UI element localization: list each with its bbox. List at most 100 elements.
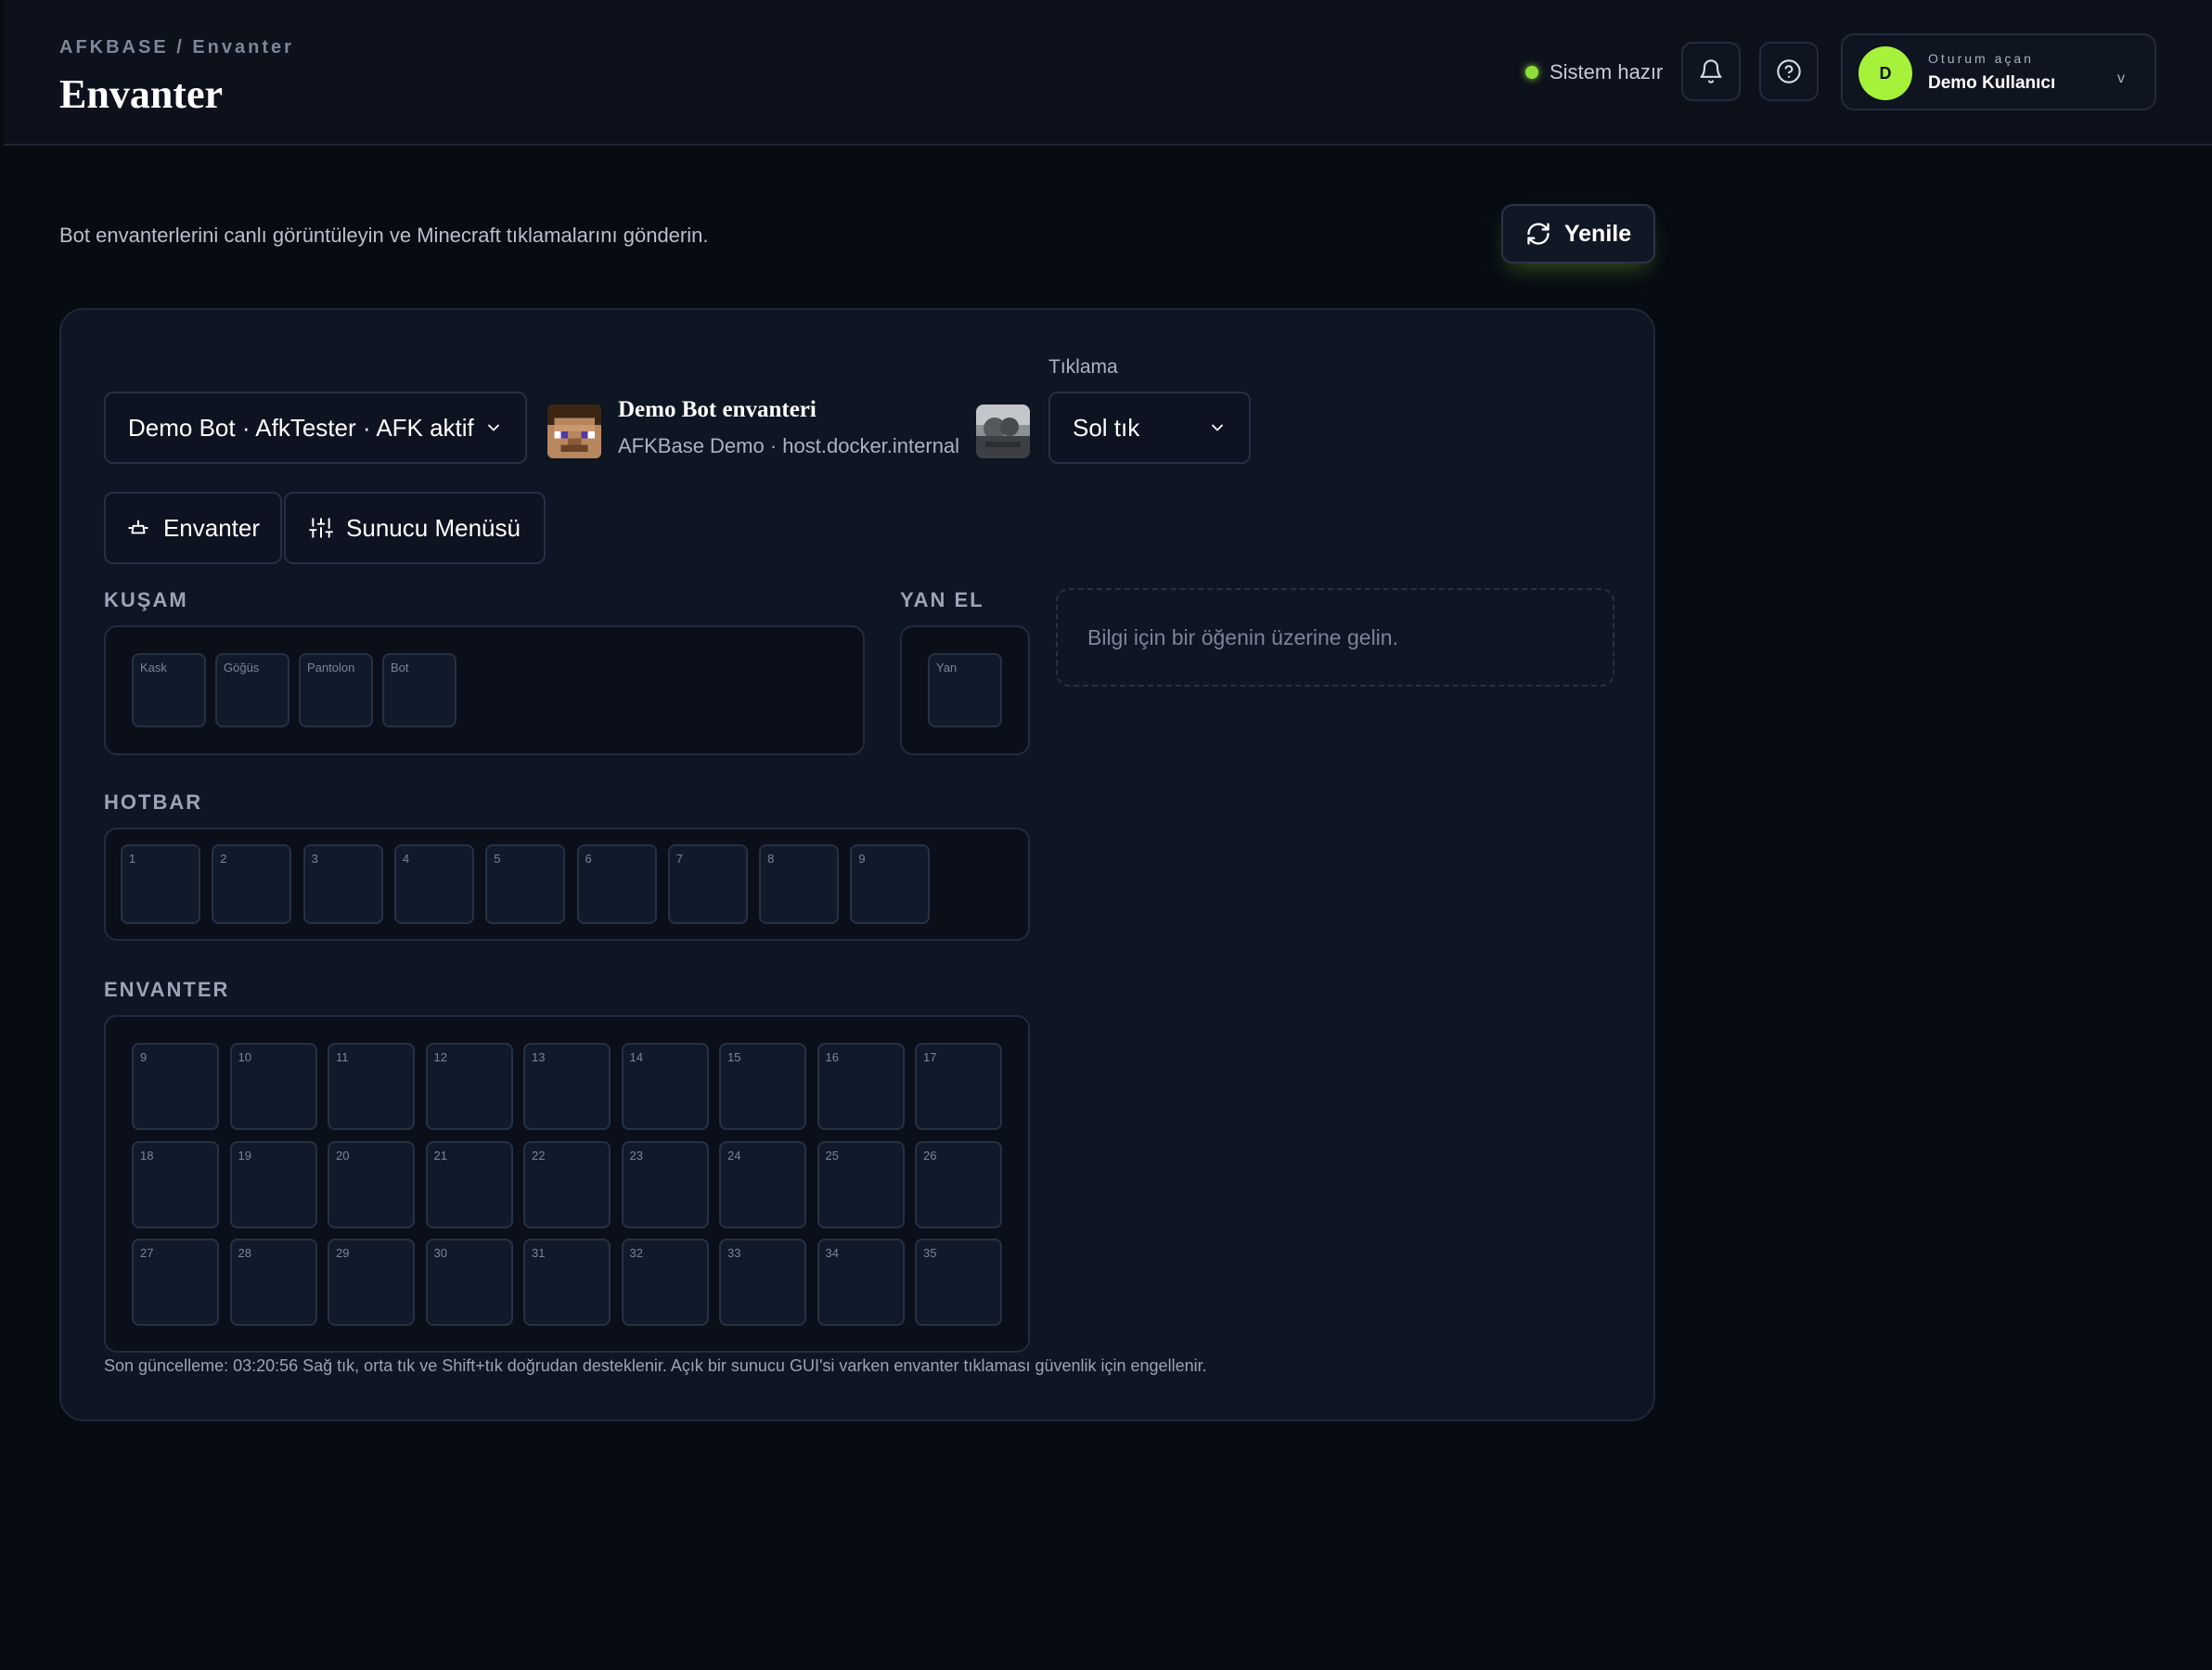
slot-label: 7 — [675, 852, 684, 866]
hotbar-panel: 1 2 3 4 5 6 7 8 9 — [104, 828, 1030, 941]
refresh-icon — [1527, 223, 1550, 245]
inventory-slot[interactable]: 19 — [229, 1140, 317, 1228]
inventory-slot[interactable]: 22 — [523, 1140, 611, 1228]
inventory-slot[interactable]: 28 — [229, 1239, 317, 1326]
inventory-slot[interactable]: 23 — [621, 1140, 709, 1228]
slot-label: Göğüs — [224, 661, 260, 674]
user-menu[interactable]: D Oturum açan Demo Kullanıcı v — [1841, 33, 2156, 110]
inventory-slot[interactable]: 30 — [425, 1239, 513, 1326]
slot-label: 28 — [238, 1246, 251, 1260]
hotbar-slot[interactable]: 5 — [485, 844, 566, 924]
inventory-slot[interactable]: 18 — [132, 1140, 219, 1228]
inventory-icon — [128, 520, 148, 534]
slot-label: 9 — [858, 852, 866, 866]
bot-select-value: Demo Bot · AfkTester · AFK aktif — [128, 413, 474, 442]
help-circle-icon — [1777, 59, 1801, 84]
inventory-slot[interactable]: 26 — [915, 1140, 1002, 1228]
inventory-slot[interactable]: 12 — [425, 1043, 513, 1130]
inventory-slot[interactable]: 20 — [328, 1140, 415, 1228]
help-button[interactable] — [1759, 42, 1819, 101]
slot-label: 30 — [433, 1246, 447, 1260]
slot-label: 20 — [336, 1148, 350, 1163]
slot-label: 24 — [727, 1148, 741, 1163]
inventory-slot[interactable]: 10 — [229, 1043, 317, 1130]
inventory-slot[interactable]: 31 — [523, 1239, 611, 1326]
offhand-slot[interactable]: Yan — [928, 653, 1002, 727]
hotbar-slot[interactable]: 2 — [212, 844, 292, 924]
hotbar-slot[interactable]: 4 — [393, 844, 474, 924]
inventory-slot[interactable]: 25 — [817, 1140, 905, 1228]
inventory-slot[interactable]: 27 — [132, 1239, 219, 1326]
click-type-select[interactable]: Sol tık — [1048, 392, 1251, 464]
slot-label: 29 — [336, 1246, 350, 1260]
hotbar-slot[interactable]: 7 — [667, 844, 748, 924]
slot-label: 31 — [532, 1246, 546, 1260]
inventory-slot[interactable]: 35 — [915, 1239, 1002, 1326]
tab-inventory[interactable]: Envanter — [104, 492, 282, 564]
slot-label: 2 — [220, 852, 227, 866]
inventory-slot[interactable]: 13 — [523, 1043, 611, 1130]
hotbar-slot[interactable]: 3 — [302, 844, 383, 924]
slot-label: 15 — [727, 1050, 741, 1064]
hotbar-slot[interactable]: 6 — [576, 844, 657, 924]
refresh-button[interactable]: Yenile — [1501, 204, 1655, 263]
bot-select[interactable]: Demo Bot · AfkTester · AFK aktif — [104, 392, 527, 464]
page-title: Envanter — [59, 71, 223, 117]
armor-section-title: KUŞAM — [104, 588, 188, 611]
user-caption: Oturum açan — [1928, 51, 2034, 66]
inventory-panel: 9 10 11 12 13 14 15 16 17 18 19 20 21 22 23 24 25 26 27 28 2… — [104, 1015, 1030, 1353]
top-bar: AFKBASE / Envanter Envanter Sistem hazır… — [4, 0, 2212, 146]
bot-inventory-title: Demo Bot envanteri — [618, 397, 817, 422]
hotbar-slot[interactable]: 1 — [121, 844, 200, 924]
slot-label: 25 — [825, 1148, 839, 1163]
slot-label: 11 — [336, 1050, 349, 1064]
slot-label: 1 — [129, 852, 136, 866]
slot-label: 9 — [140, 1050, 148, 1064]
inventory-card: Demo Bot · AfkTester · AFK aktif Demo Bo… — [59, 308, 1655, 1421]
armor-slot[interactable]: Göğüs — [215, 653, 289, 727]
inventory-slot[interactable]: 34 — [817, 1239, 905, 1326]
slot-label: Kask — [140, 661, 167, 674]
slot-label: 33 — [727, 1246, 741, 1260]
slot-label: 13 — [532, 1050, 546, 1064]
slot-label: Pantolon — [307, 661, 355, 674]
hotbar-slot[interactable]: 8 — [759, 844, 840, 924]
slot-label: 17 — [923, 1050, 937, 1064]
inventory-slot[interactable]: 17 — [915, 1043, 1002, 1130]
slot-label: 4 — [402, 852, 410, 866]
inventory-slot[interactable]: 9 — [132, 1043, 219, 1130]
click-type-value: Sol tık — [1073, 413, 1140, 442]
armor-slot[interactable]: Kask — [132, 653, 206, 727]
slot-label: Yan — [936, 661, 958, 674]
tab-server-menu-label: Sunucu Menüsü — [346, 513, 521, 542]
breadcrumb: AFKBASE / Envanter — [59, 37, 294, 58]
slot-label: 5 — [494, 852, 501, 866]
inventory-slot[interactable]: 24 — [719, 1140, 806, 1228]
armor-slot[interactable]: Pantolon — [299, 653, 373, 727]
slot-label: 27 — [140, 1246, 154, 1260]
inventory-slot[interactable]: 21 — [425, 1140, 513, 1228]
sliders-icon — [309, 518, 333, 538]
armor-panel: Kask Göğüs Pantolon Bot — [104, 625, 865, 755]
inventory-slot[interactable]: 32 — [621, 1239, 709, 1326]
inventory-slot[interactable]: 14 — [621, 1043, 709, 1130]
inventory-slot[interactable]: 15 — [719, 1043, 806, 1130]
slot-label: 21 — [433, 1148, 447, 1163]
status-dot-icon — [1525, 66, 1538, 79]
hotbar-section-title: HOTBAR — [104, 790, 203, 814]
tab-server-menu[interactable]: Sunucu Menüsü — [284, 492, 546, 564]
slot-label: Bot — [391, 661, 409, 674]
notifications-button[interactable] — [1681, 42, 1741, 101]
inventory-slot[interactable]: 11 — [328, 1043, 415, 1130]
inventory-slot[interactable]: 29 — [328, 1239, 415, 1326]
slot-label: 8 — [767, 852, 775, 866]
slot-label: 26 — [923, 1148, 937, 1163]
chevron-down-icon — [488, 424, 499, 431]
slot-label: 23 — [629, 1148, 643, 1163]
inventory-slot[interactable]: 16 — [817, 1043, 905, 1130]
inventory-slot[interactable]: 33 — [719, 1239, 806, 1326]
slot-label: 14 — [629, 1050, 643, 1064]
armor-slot[interactable]: Bot — [382, 653, 457, 727]
hotbar-slot[interactable]: 9 — [850, 844, 931, 924]
chevron-down-icon: v — [2117, 71, 2125, 86]
